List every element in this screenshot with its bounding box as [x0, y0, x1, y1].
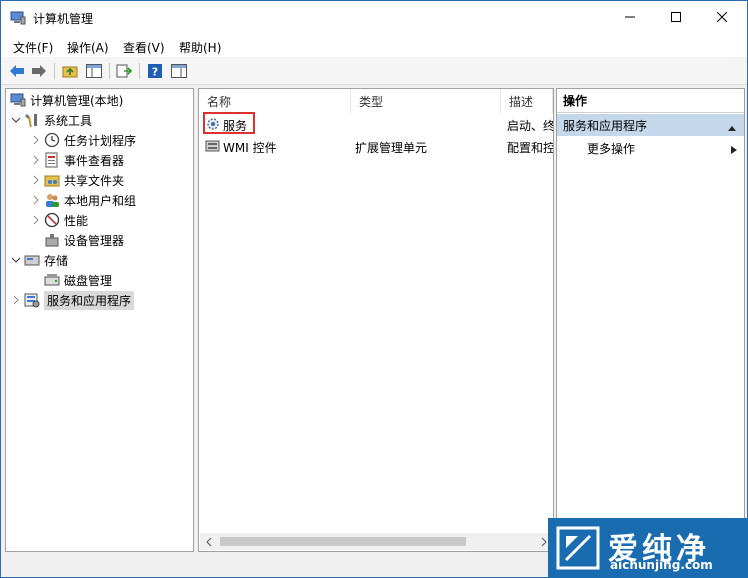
chevron-right-icon[interactable]	[30, 150, 42, 170]
chevron-right-icon[interactable]	[30, 210, 42, 230]
tree-item-performance[interactable]: 性能	[30, 210, 88, 230]
tree-item-label: 任务计划程序	[64, 133, 137, 148]
tree-item-label: 存储	[44, 253, 69, 268]
forward-icon[interactable]	[30, 62, 48, 80]
menu-file[interactable]: 文件(F)	[13, 39, 53, 56]
tree-item-label: 计算机管理(本地)	[30, 93, 124, 108]
tree-item-label: 共享文件夹	[64, 173, 125, 188]
menu-help[interactable]: 帮助(H)	[179, 39, 221, 56]
tree-item-label: 服务和应用程序	[44, 290, 135, 310]
chevron-right-icon[interactable]	[10, 290, 22, 310]
tree-item-label: 磁盘管理	[64, 273, 113, 288]
actions-group-services-apps[interactable]: 服务和应用程序	[557, 114, 744, 136]
list-item[interactable]: WMI 控件 扩展管理单元 配置和控	[199, 136, 553, 156]
maximize-button[interactable]	[653, 1, 699, 35]
chevron-down-icon[interactable]	[10, 250, 22, 270]
actions-header: 操作	[557, 89, 744, 113]
tree-item-label: 设备管理器	[64, 233, 125, 248]
action-more-actions[interactable]: 更多操作	[557, 138, 744, 158]
shared-folder-icon	[44, 172, 60, 188]
menu-view[interactable]: 查看(V)	[123, 39, 165, 56]
window-title: 计算机管理	[33, 12, 94, 26]
event-viewer-icon	[44, 152, 60, 168]
watermark: 爱纯净 aichunjing.com	[548, 518, 748, 578]
tree-item-storage[interactable]: 存储	[10, 250, 68, 270]
toolbar: ?	[1, 57, 747, 85]
tree-item-label: 性能	[64, 213, 89, 228]
close-icon	[716, 11, 728, 25]
device-manager-icon	[44, 232, 60, 248]
help-icon[interactable]: ?	[146, 62, 164, 80]
column-header-name[interactable]: 名称	[199, 89, 351, 113]
disk-icon	[44, 272, 60, 288]
column-header-description[interactable]: 描述	[501, 89, 553, 113]
computer-management-icon	[10, 92, 26, 108]
watermark-url: aichunjing.com	[610, 558, 713, 572]
computer-management-icon	[10, 11, 26, 25]
watermark-logo-icon	[556, 526, 600, 570]
title-bar: 计算机管理	[1, 1, 747, 35]
performance-icon	[44, 212, 60, 228]
show-hide-tree-icon[interactable]	[85, 62, 103, 80]
scroll-left-icon[interactable]	[205, 536, 213, 550]
up-folder-icon[interactable]	[61, 62, 79, 80]
list-item-type: 扩展管理单元	[355, 141, 428, 155]
list-item-description: 配置和控	[507, 141, 553, 155]
tree-item-services-apps[interactable]: 服务和应用程序	[10, 290, 135, 310]
export-list-icon[interactable]	[115, 62, 133, 80]
chevron-right-icon[interactable]	[30, 130, 42, 150]
tree-item-system-tools[interactable]: 系统工具	[10, 110, 92, 130]
storage-icon	[24, 252, 40, 268]
wmi-control-icon	[205, 138, 221, 157]
clock-icon	[44, 132, 60, 148]
collapse-up-icon[interactable]	[727, 121, 737, 135]
chevron-right-icon[interactable]	[30, 190, 42, 210]
action-item-label: 更多操作	[587, 141, 636, 156]
minimize-icon	[625, 11, 635, 25]
navigation-tree: 计算机管理(本地) 系统工具 任务计划程序 事件查看器 共享文件夹 本地用户和组…	[5, 88, 194, 552]
tree-item-event-viewer[interactable]: 事件查看器	[30, 150, 124, 170]
tree-item-shared-folders[interactable]: 共享文件夹	[30, 170, 124, 190]
column-header-type[interactable]: 类型	[351, 89, 501, 113]
list-item-description: 启动、终	[507, 119, 553, 133]
tree-item-root[interactable]: 计算机管理(本地)	[8, 90, 123, 110]
scrollbar-thumb[interactable]	[220, 537, 466, 546]
horizontal-scrollbar[interactable]	[200, 533, 553, 550]
content-area: 计算机管理(本地) 系统工具 任务计划程序 事件查看器 共享文件夹 本地用户和组…	[5, 88, 745, 554]
list-item-name: WMI 控件	[223, 141, 277, 155]
details-list: 名称 类型 描述 服务 启动、终 WMI 控件 扩展管理单元 配置和控	[198, 88, 554, 552]
tools-icon	[24, 112, 40, 128]
menu-action[interactable]: 操作(A)	[67, 39, 109, 56]
chevron-right-icon[interactable]	[30, 170, 42, 190]
toolbar-separator	[54, 63, 55, 79]
computer-management-window: 计算机管理 文件(F) 操作(A) 查看(V) 帮助(H) ? 计算机管理(本地…	[0, 0, 748, 578]
svg-text:?: ?	[152, 66, 158, 79]
scroll-right-icon[interactable]	[540, 536, 548, 550]
back-icon[interactable]	[8, 62, 26, 80]
tree-item-label: 本地用户和组	[64, 193, 137, 208]
minimize-button[interactable]	[607, 1, 653, 35]
tree-item-device-manager[interactable]: 设备管理器	[42, 230, 124, 250]
highlight-annotation	[203, 112, 255, 134]
tree-item-task-scheduler[interactable]: 任务计划程序	[30, 130, 136, 150]
actions-pane: 操作 服务和应用程序 更多操作	[556, 88, 745, 552]
tree-item-label: 事件查看器	[64, 153, 125, 168]
tree-item-disk-management[interactable]: 磁盘管理	[42, 270, 112, 290]
chevron-down-icon[interactable]	[10, 110, 22, 130]
submenu-arrow-icon	[730, 144, 738, 158]
maximize-icon	[671, 11, 681, 25]
users-icon	[44, 192, 60, 208]
close-button[interactable]	[699, 1, 745, 35]
show-hide-action-pane-icon[interactable]	[170, 62, 188, 80]
toolbar-separator	[139, 63, 140, 79]
actions-group-label: 服务和应用程序	[563, 118, 648, 133]
services-apps-icon	[24, 292, 40, 308]
tree-item-local-users[interactable]: 本地用户和组	[30, 190, 136, 210]
tree-item-label: 系统工具	[44, 113, 93, 128]
menu-bar: 文件(F) 操作(A) 查看(V) 帮助(H)	[1, 35, 747, 57]
toolbar-separator	[109, 63, 110, 79]
